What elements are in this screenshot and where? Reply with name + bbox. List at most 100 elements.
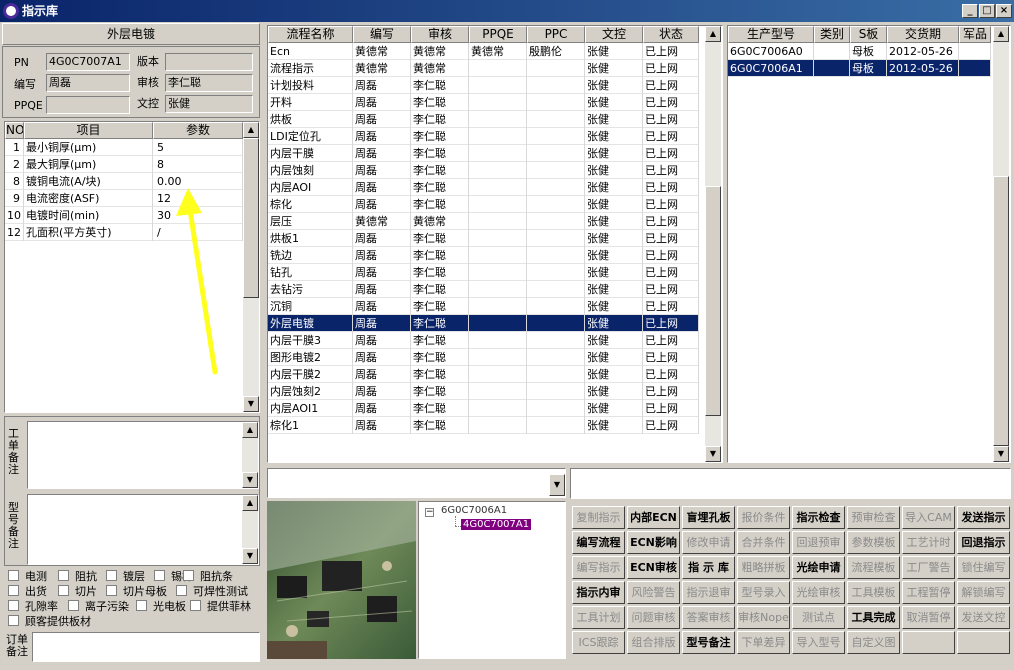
scroll-thumb[interactable] (705, 186, 721, 416)
reviewer-field[interactable]: 李仁聪 (165, 74, 253, 92)
scroll-up-icon[interactable]: ▲ (242, 422, 258, 438)
product-header-3[interactable]: 交货期 (887, 26, 959, 43)
process-row[interactable]: 烘板 周磊 李仁聪 张健 已上网 (268, 111, 699, 128)
pn-field[interactable]: 4G0C7007A1 (46, 53, 130, 71)
checkbox-icon[interactable] (176, 585, 187, 596)
process-row[interactable]: 流程指示 黄德常 黄德常 张健 已上网 (268, 60, 699, 77)
action-button[interactable]: 内部ECN (627, 506, 680, 529)
scroll-up-icon[interactable]: ▲ (993, 26, 1009, 42)
checkbox-icon[interactable] (8, 570, 19, 581)
process-row[interactable]: 内层AOI 周磊 李仁聪 张健 已上网 (268, 179, 699, 196)
checkbox-12[interactable]: 提供菲林 (190, 600, 251, 614)
product-header-4[interactable]: 军品 (959, 26, 991, 43)
scroll-down-icon[interactable]: ▼ (242, 472, 258, 488)
checkbox-5[interactable]: 出货 (8, 585, 47, 599)
process-header-2[interactable]: 审核 (411, 26, 469, 43)
param-header-item[interactable]: 项目 (24, 122, 153, 139)
checkbox-icon[interactable] (8, 615, 19, 626)
process-row[interactable]: 钻孔 周磊 李仁聪 张健 已上网 (268, 264, 699, 281)
param-header-value[interactable]: 参数 (153, 122, 243, 139)
action-button[interactable]: 指示内审 (572, 581, 625, 604)
process-header-4[interactable]: PPC (527, 26, 585, 43)
process-row[interactable]: 计划投料 周磊 李仁聪 张健 已上网 (268, 77, 699, 94)
process-scrollbar[interactable]: ▲ ▼ (705, 26, 721, 462)
checkbox-13[interactable]: 顾客提供板材 (8, 615, 91, 629)
process-row[interactable]: 图形电镀2 周磊 李仁聪 张健 已上网 (268, 349, 699, 366)
scroll-up-icon[interactable]: ▲ (242, 495, 258, 511)
param-header-no[interactable]: NO (5, 122, 24, 139)
checkbox-4[interactable]: 阻抗条 (183, 570, 233, 584)
checkbox-6[interactable]: 切片 (58, 585, 97, 599)
process-row[interactable]: 外层电镀 周磊 李仁聪 张健 已上网 (268, 315, 699, 332)
process-row[interactable]: 内层蚀刻 周磊 李仁聪 张健 已上网 (268, 162, 699, 179)
chevron-down-icon[interactable]: ▼ (549, 474, 565, 496)
process-row[interactable]: LDI定位孔 周磊 李仁聪 张健 已上网 (268, 128, 699, 145)
scroll-down-icon[interactable]: ▼ (993, 446, 1009, 462)
scroll-down-icon[interactable]: ▼ (705, 446, 721, 462)
action-button[interactable]: 型号备注 (682, 631, 735, 654)
checkbox-icon[interactable] (106, 585, 117, 596)
order-note-field[interactable] (32, 632, 260, 662)
process-row[interactable]: 沉铜 周磊 李仁聪 张健 已上网 (268, 298, 699, 315)
checkbox-icon[interactable] (136, 600, 147, 611)
model-note[interactable] (27, 494, 259, 565)
action-button[interactable]: 光绘申请 (792, 556, 845, 579)
collapse-icon[interactable]: − (425, 508, 434, 517)
param-row[interactable]: 1 最小铜厚(μm) 5 (5, 139, 243, 156)
checkbox-icon[interactable] (183, 570, 194, 581)
action-button[interactable]: ECN审核 (627, 556, 680, 579)
process-row[interactable]: 烘板1 周磊 李仁聪 张健 已上网 (268, 230, 699, 247)
action-button[interactable]: 工具完成 (847, 606, 900, 629)
checkbox-8[interactable]: 可焊性测试 (176, 585, 248, 599)
process-row[interactable]: 内层AOI1 周磊 李仁聪 张健 已上网 (268, 400, 699, 417)
process-row[interactable]: 棕化 周磊 李仁聪 张健 已上网 (268, 196, 699, 213)
message-field[interactable] (570, 468, 1011, 499)
ppqe-field[interactable] (46, 96, 130, 114)
checkbox-2[interactable]: 镀层 (106, 570, 145, 584)
checkbox-icon[interactable] (190, 600, 201, 611)
product-header-1[interactable]: 类别 (814, 26, 850, 43)
action-button[interactable]: 编写流程 (572, 531, 625, 554)
checkbox-10[interactable]: 离子污染 (68, 600, 129, 614)
maximize-button[interactable]: □ (979, 4, 995, 18)
action-button[interactable]: 盲埋孔板 (682, 506, 735, 529)
checkbox-0[interactable]: 电测 (8, 570, 47, 584)
minimize-button[interactable]: _ (962, 4, 978, 18)
product-scrollbar[interactable]: ▲ ▼ (993, 26, 1009, 462)
checkbox-7[interactable]: 切片母板 (106, 585, 167, 599)
process-row[interactable]: 铣边 周磊 李仁聪 张健 已上网 (268, 247, 699, 264)
process-header-6[interactable]: 状态 (643, 26, 699, 43)
checkbox-icon[interactable] (154, 570, 165, 581)
close-button[interactable]: × (996, 4, 1012, 18)
note1-scrollbar[interactable]: ▲ ▼ (242, 422, 258, 488)
version-field[interactable] (165, 53, 253, 71)
action-button[interactable]: 指 示 库 (682, 556, 735, 579)
action-button[interactable]: 发送指示 (957, 506, 1010, 529)
checkbox-icon[interactable] (8, 600, 19, 611)
param-scrollbar[interactable]: ▲ ▼ (243, 122, 259, 412)
process-header-0[interactable]: 流程名称 (268, 26, 353, 43)
param-row[interactable]: 2 最大铜厚(μm) 8 (5, 156, 243, 173)
process-row[interactable]: 内层蚀刻2 周磊 李仁聪 张健 已上网 (268, 383, 699, 400)
process-header-5[interactable]: 文控 (585, 26, 643, 43)
scroll-thumb[interactable] (993, 176, 1009, 446)
filter-combo[interactable] (267, 468, 566, 498)
product-header-0[interactable]: 生产型号 (728, 26, 814, 43)
tree-root[interactable]: 6G0C7006A1 (441, 505, 507, 516)
action-button[interactable]: 指示检查 (792, 506, 845, 529)
checkbox-9[interactable]: 孔隙率 (8, 600, 58, 614)
scroll-down-icon[interactable]: ▼ (242, 548, 258, 564)
writer-field[interactable]: 周磊 (46, 74, 130, 92)
tree-child-selected[interactable]: 4G0C7007A1 (461, 519, 532, 530)
scroll-up-icon[interactable]: ▲ (243, 122, 259, 138)
action-button[interactable]: 回退指示 (957, 531, 1010, 554)
checkbox-icon[interactable] (58, 585, 69, 596)
process-header-1[interactable]: 编写 (353, 26, 411, 43)
process-row[interactable]: 内层干膜3 周磊 李仁聪 张健 已上网 (268, 332, 699, 349)
checkbox-icon[interactable] (8, 585, 19, 596)
process-row[interactable]: 棕化1 周磊 李仁聪 张健 已上网 (268, 417, 699, 434)
param-value[interactable]: 8 (153, 156, 243, 173)
checkbox-icon[interactable] (106, 570, 117, 581)
process-header-3[interactable]: PPQE (469, 26, 527, 43)
process-row[interactable]: 内层干膜 周磊 李仁聪 张健 已上网 (268, 145, 699, 162)
